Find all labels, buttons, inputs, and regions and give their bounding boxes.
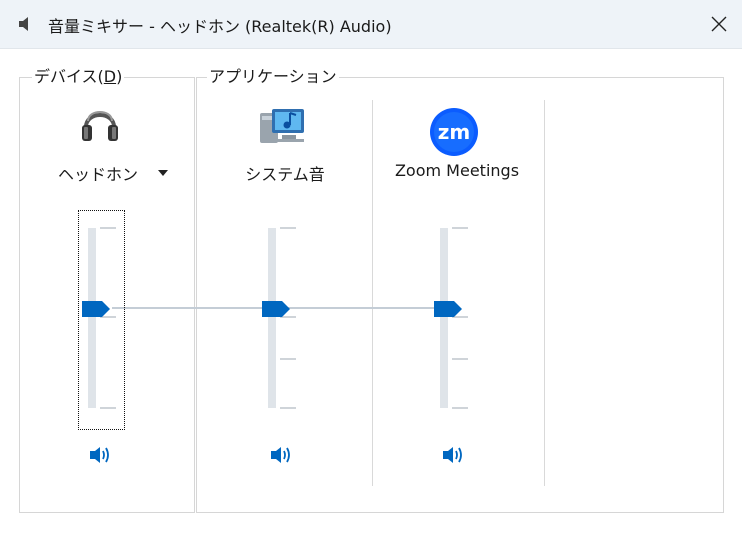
zoom-icon: zm: [430, 108, 478, 156]
zoom-meetings-label: Zoom Meetings: [394, 161, 520, 180]
device-name: ヘッドホン: [58, 165, 139, 184]
zoom-mute-button[interactable]: [441, 444, 465, 466]
close-icon: [711, 16, 727, 32]
zoom-volume-slider[interactable]: [432, 226, 472, 410]
title-bar: 音量ミキサー - ヘッドホン (Realtek(R) Audio): [0, 0, 742, 49]
column-separator: [372, 100, 373, 486]
chevron-down-icon[interactable]: [158, 170, 168, 176]
device-mute-button[interactable]: [88, 444, 112, 466]
applications-group-label: アプリケーション: [207, 67, 339, 87]
svg-text:zm: zm: [438, 120, 470, 144]
headphones-icon: [82, 111, 118, 141]
system-sounds-mute-button[interactable]: [269, 444, 293, 466]
system-sounds-icon: [260, 109, 304, 143]
close-button[interactable]: [696, 0, 742, 48]
speaker-icon: [19, 17, 28, 31]
system-sounds-volume-slider[interactable]: [260, 226, 300, 410]
device-group-label: デバイス(D): [32, 67, 125, 87]
column-separator: [544, 100, 545, 486]
system-sounds-label: システム音: [245, 165, 325, 184]
device-volume-slider[interactable]: [80, 226, 120, 410]
window-title: 音量ミキサー - ヘッドホン (Realtek(R) Audio): [48, 17, 392, 36]
